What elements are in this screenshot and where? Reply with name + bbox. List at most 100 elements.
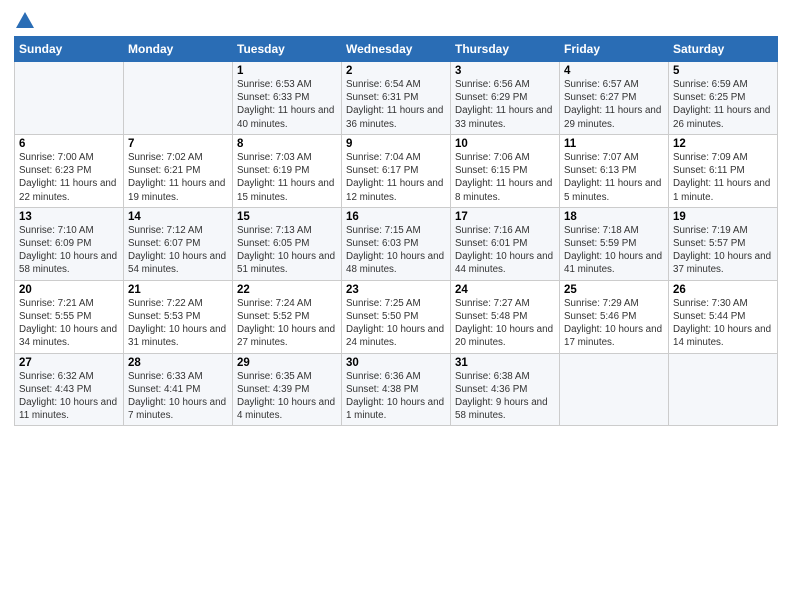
calendar-day-header: Wednesday: [342, 37, 451, 62]
calendar-cell: [560, 353, 669, 426]
day-info: Sunrise: 6:33 AMSunset: 4:41 PMDaylight:…: [128, 370, 228, 423]
calendar-week-row: 13Sunrise: 7:10 AMSunset: 6:09 PMDayligh…: [15, 207, 778, 280]
day-info: Sunrise: 7:07 AMSunset: 6:13 PMDaylight:…: [564, 151, 664, 204]
calendar-week-row: 6Sunrise: 7:00 AMSunset: 6:23 PMDaylight…: [15, 134, 778, 207]
day-number: 16: [346, 211, 446, 223]
day-info: Sunrise: 7:24 AMSunset: 5:52 PMDaylight:…: [237, 297, 337, 350]
day-info: Sunrise: 7:27 AMSunset: 5:48 PMDaylight:…: [455, 297, 555, 350]
day-number: 20: [19, 284, 119, 296]
day-info: Sunrise: 7:15 AMSunset: 6:03 PMDaylight:…: [346, 224, 446, 277]
day-number: 5: [673, 65, 773, 77]
day-number: 21: [128, 284, 228, 296]
calendar-cell: 3Sunrise: 6:56 AMSunset: 6:29 PMDaylight…: [451, 62, 560, 135]
day-number: 27: [19, 357, 119, 369]
calendar-day-header: Saturday: [669, 37, 778, 62]
day-info: Sunrise: 6:53 AMSunset: 6:33 PMDaylight:…: [237, 78, 337, 131]
day-number: 12: [673, 138, 773, 150]
day-info: Sunrise: 7:25 AMSunset: 5:50 PMDaylight:…: [346, 297, 446, 350]
calendar-cell: 23Sunrise: 7:25 AMSunset: 5:50 PMDayligh…: [342, 280, 451, 353]
logo-triangle-icon: [16, 12, 34, 28]
day-info: Sunrise: 6:38 AMSunset: 4:36 PMDaylight:…: [455, 370, 555, 423]
day-number: 15: [237, 211, 337, 223]
day-number: 22: [237, 284, 337, 296]
calendar-cell: [124, 62, 233, 135]
calendar-cell: 4Sunrise: 6:57 AMSunset: 6:27 PMDaylight…: [560, 62, 669, 135]
calendar-cell: 2Sunrise: 6:54 AMSunset: 6:31 PMDaylight…: [342, 62, 451, 135]
day-info: Sunrise: 7:06 AMSunset: 6:15 PMDaylight:…: [455, 151, 555, 204]
calendar-cell: 12Sunrise: 7:09 AMSunset: 6:11 PMDayligh…: [669, 134, 778, 207]
day-info: Sunrise: 6:36 AMSunset: 4:38 PMDaylight:…: [346, 370, 446, 423]
calendar-cell: 24Sunrise: 7:27 AMSunset: 5:48 PMDayligh…: [451, 280, 560, 353]
calendar-day-header: Friday: [560, 37, 669, 62]
header: [14, 10, 778, 28]
calendar-cell: 27Sunrise: 6:32 AMSunset: 4:43 PMDayligh…: [15, 353, 124, 426]
calendar-cell: 7Sunrise: 7:02 AMSunset: 6:21 PMDaylight…: [124, 134, 233, 207]
day-info: Sunrise: 6:59 AMSunset: 6:25 PMDaylight:…: [673, 78, 773, 131]
calendar-cell: 26Sunrise: 7:30 AMSunset: 5:44 PMDayligh…: [669, 280, 778, 353]
day-number: 3: [455, 65, 555, 77]
calendar-cell: 31Sunrise: 6:38 AMSunset: 4:36 PMDayligh…: [451, 353, 560, 426]
day-number: 1: [237, 65, 337, 77]
calendar-cell: 30Sunrise: 6:36 AMSunset: 4:38 PMDayligh…: [342, 353, 451, 426]
calendar-cell: 19Sunrise: 7:19 AMSunset: 5:57 PMDayligh…: [669, 207, 778, 280]
calendar-header-row: SundayMondayTuesdayWednesdayThursdayFrid…: [15, 37, 778, 62]
calendar-cell: 16Sunrise: 7:15 AMSunset: 6:03 PMDayligh…: [342, 207, 451, 280]
day-info: Sunrise: 7:21 AMSunset: 5:55 PMDaylight:…: [19, 297, 119, 350]
calendar-cell: 14Sunrise: 7:12 AMSunset: 6:07 PMDayligh…: [124, 207, 233, 280]
day-info: Sunrise: 7:09 AMSunset: 6:11 PMDaylight:…: [673, 151, 773, 204]
calendar-day-header: Thursday: [451, 37, 560, 62]
calendar-cell: 21Sunrise: 7:22 AMSunset: 5:53 PMDayligh…: [124, 280, 233, 353]
day-number: 11: [564, 138, 664, 150]
day-info: Sunrise: 7:19 AMSunset: 5:57 PMDaylight:…: [673, 224, 773, 277]
logo: [14, 14, 34, 28]
day-number: 25: [564, 284, 664, 296]
day-number: 18: [564, 211, 664, 223]
day-info: Sunrise: 6:54 AMSunset: 6:31 PMDaylight:…: [346, 78, 446, 131]
calendar-week-row: 27Sunrise: 6:32 AMSunset: 4:43 PMDayligh…: [15, 353, 778, 426]
day-info: Sunrise: 7:02 AMSunset: 6:21 PMDaylight:…: [128, 151, 228, 204]
day-info: Sunrise: 6:35 AMSunset: 4:39 PMDaylight:…: [237, 370, 337, 423]
page: SundayMondayTuesdayWednesdayThursdayFrid…: [0, 0, 792, 612]
day-number: 13: [19, 211, 119, 223]
day-info: Sunrise: 7:29 AMSunset: 5:46 PMDaylight:…: [564, 297, 664, 350]
day-number: 29: [237, 357, 337, 369]
day-info: Sunrise: 7:12 AMSunset: 6:07 PMDaylight:…: [128, 224, 228, 277]
day-number: 17: [455, 211, 555, 223]
calendar-cell: 5Sunrise: 6:59 AMSunset: 6:25 PMDaylight…: [669, 62, 778, 135]
day-info: Sunrise: 7:18 AMSunset: 5:59 PMDaylight:…: [564, 224, 664, 277]
calendar-cell: [15, 62, 124, 135]
calendar-day-header: Sunday: [15, 37, 124, 62]
day-number: 6: [19, 138, 119, 150]
day-info: Sunrise: 7:30 AMSunset: 5:44 PMDaylight:…: [673, 297, 773, 350]
calendar-day-header: Monday: [124, 37, 233, 62]
calendar-cell: 1Sunrise: 6:53 AMSunset: 6:33 PMDaylight…: [233, 62, 342, 135]
calendar-cell: 28Sunrise: 6:33 AMSunset: 4:41 PMDayligh…: [124, 353, 233, 426]
day-info: Sunrise: 7:22 AMSunset: 5:53 PMDaylight:…: [128, 297, 228, 350]
calendar-cell: 15Sunrise: 7:13 AMSunset: 6:05 PMDayligh…: [233, 207, 342, 280]
calendar-week-row: 20Sunrise: 7:21 AMSunset: 5:55 PMDayligh…: [15, 280, 778, 353]
day-number: 10: [455, 138, 555, 150]
day-number: 19: [673, 211, 773, 223]
day-number: 2: [346, 65, 446, 77]
day-info: Sunrise: 7:10 AMSunset: 6:09 PMDaylight:…: [19, 224, 119, 277]
day-info: Sunrise: 7:03 AMSunset: 6:19 PMDaylight:…: [237, 151, 337, 204]
calendar-week-row: 1Sunrise: 6:53 AMSunset: 6:33 PMDaylight…: [15, 62, 778, 135]
day-number: 4: [564, 65, 664, 77]
day-info: Sunrise: 7:16 AMSunset: 6:01 PMDaylight:…: [455, 224, 555, 277]
day-number: 23: [346, 284, 446, 296]
day-number: 28: [128, 357, 228, 369]
calendar-day-header: Tuesday: [233, 37, 342, 62]
calendar-cell: [669, 353, 778, 426]
day-info: Sunrise: 6:56 AMSunset: 6:29 PMDaylight:…: [455, 78, 555, 131]
calendar-cell: 17Sunrise: 7:16 AMSunset: 6:01 PMDayligh…: [451, 207, 560, 280]
calendar-cell: 11Sunrise: 7:07 AMSunset: 6:13 PMDayligh…: [560, 134, 669, 207]
calendar-cell: 20Sunrise: 7:21 AMSunset: 5:55 PMDayligh…: [15, 280, 124, 353]
calendar-cell: 9Sunrise: 7:04 AMSunset: 6:17 PMDaylight…: [342, 134, 451, 207]
day-number: 14: [128, 211, 228, 223]
calendar-cell: 25Sunrise: 7:29 AMSunset: 5:46 PMDayligh…: [560, 280, 669, 353]
day-info: Sunrise: 6:32 AMSunset: 4:43 PMDaylight:…: [19, 370, 119, 423]
calendar-cell: 13Sunrise: 7:10 AMSunset: 6:09 PMDayligh…: [15, 207, 124, 280]
day-number: 30: [346, 357, 446, 369]
day-number: 8: [237, 138, 337, 150]
calendar-cell: 10Sunrise: 7:06 AMSunset: 6:15 PMDayligh…: [451, 134, 560, 207]
